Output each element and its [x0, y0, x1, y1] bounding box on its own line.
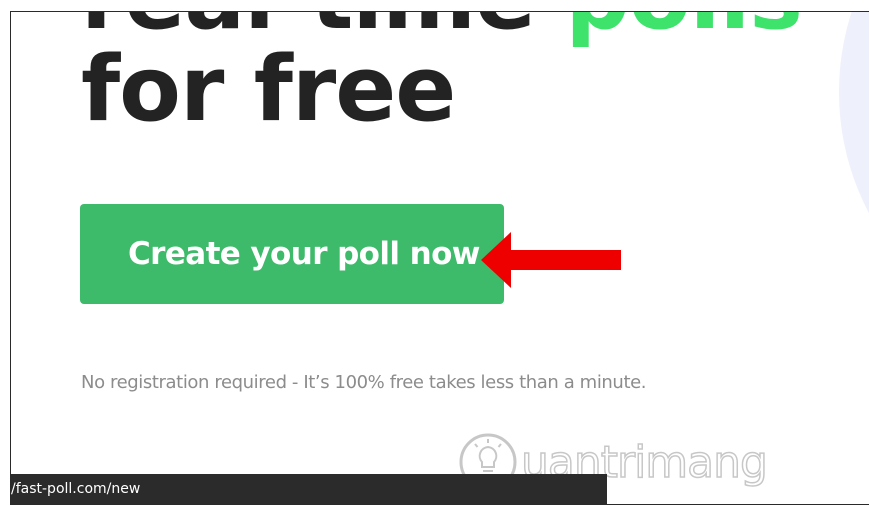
headline-line-2: for free: [81, 37, 456, 142]
status-bar-url: /fast-poll.com/new: [11, 474, 607, 504]
create-poll-button[interactable]: Create your poll now: [80, 204, 504, 304]
no-registration-note: No registration required - It’s 100% fre…: [81, 372, 647, 393]
red-left-arrow-icon: [481, 232, 621, 288]
decorative-background-circle: [839, 12, 869, 352]
headline-accent-word: polls: [565, 12, 803, 50]
hero-headline: real-time polls for free: [81, 12, 803, 142]
page-viewport: real-time polls for free Create your pol…: [10, 11, 869, 505]
